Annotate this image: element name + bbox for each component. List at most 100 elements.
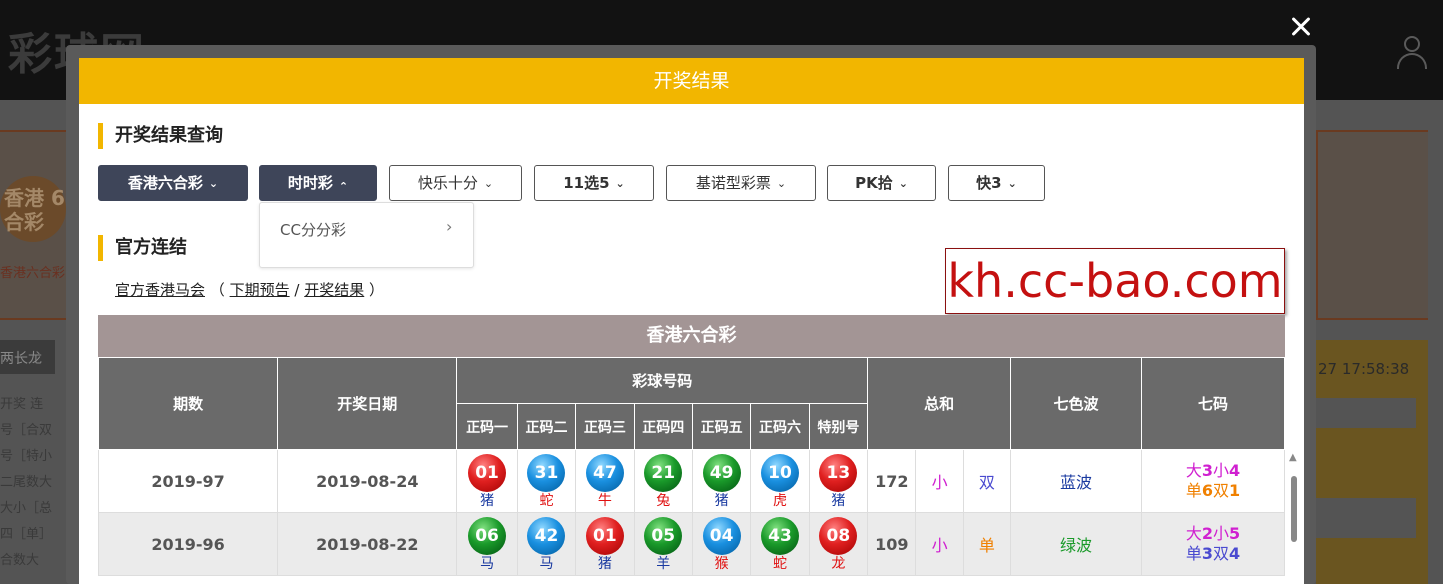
ball-cell: 43 蛇 xyxy=(750,512,810,576)
lottery-badge: 香港 6合彩 xyxy=(0,176,66,242)
header-ball-col: 正码三 xyxy=(575,403,635,450)
ball-cell: 10 虎 xyxy=(750,449,810,513)
left-stat-item: 号［合双 xyxy=(0,423,53,438)
chevron-down-icon: ⌄ xyxy=(1007,177,1017,190)
header-date: 开奖日期 xyxy=(277,357,458,450)
lottery-ball: 31 xyxy=(527,453,566,492)
wave-cell: 绿波 xyxy=(1010,512,1142,576)
left-stat-item: 开奖 连 xyxy=(0,397,44,412)
ball-cell: 08 龙 xyxy=(808,512,869,576)
lottery-ball: 21 xyxy=(644,453,683,492)
scroll-thumb[interactable] xyxy=(1291,476,1297,542)
header-seven: 七码 xyxy=(1140,357,1286,450)
lottery-ball: 05 xyxy=(644,516,683,555)
seven-count: 4 xyxy=(1228,544,1241,563)
official-links: 官方香港马会 （ 下期预告 / 开奖结果 ） xyxy=(115,279,384,300)
lottery-ball: 13 xyxy=(819,453,858,492)
button-label: 快3 xyxy=(976,174,1002,192)
header-ball-col: 正码一 xyxy=(456,403,518,450)
sum-cell: 172 xyxy=(867,449,917,513)
zodiac-label: 马 xyxy=(539,555,554,572)
header-ball-col: 正码二 xyxy=(516,403,577,450)
seven-count: 3 xyxy=(1201,461,1213,480)
chevron-down-icon: ⌄ xyxy=(208,177,219,190)
lottery-ball: 08 xyxy=(819,516,858,555)
seven-count: 4 xyxy=(1228,461,1241,480)
zodiac-label: 猴 xyxy=(714,555,729,572)
hk-mark-six-button[interactable]: 香港六合彩 ⌄ xyxy=(98,165,248,201)
ball-cell: 21 兔 xyxy=(633,449,693,513)
header-sum: 总和 xyxy=(867,357,1012,450)
zodiac-label: 蛇 xyxy=(539,492,554,509)
seven-count: 1 xyxy=(1228,481,1241,500)
seven-label: 双 xyxy=(1212,481,1229,500)
link-separator: / xyxy=(294,281,300,299)
scroll-up-icon[interactable]: ▲ xyxy=(1289,452,1297,463)
next-draw-link[interactable]: 下期预告 xyxy=(230,281,290,299)
lottery-ball: 43 xyxy=(760,516,799,555)
button-label: PK拾 xyxy=(855,174,893,192)
table-scrollbar[interactable]: ▲ xyxy=(1288,452,1300,584)
paren-open: （ xyxy=(209,281,225,299)
date-cell: 2019-08-24 xyxy=(277,449,458,513)
table-row: 2019-96 2019-08-22 06 马 42 马 01 猪 05 羊 04… xyxy=(97,512,1286,576)
watermark: kh.cc-bao.com xyxy=(945,248,1285,314)
user-icon[interactable] xyxy=(1396,36,1428,70)
dropdown-item-cc[interactable]: CC分分彩 xyxy=(280,219,346,240)
seven-cell: 大3小4 单6双1 xyxy=(1140,449,1286,513)
chevron-down-icon: ⌄ xyxy=(776,177,787,190)
left-lottery-label: 香港六合彩 xyxy=(0,266,66,281)
seven-label: 双 xyxy=(1212,544,1229,563)
header-ball-col: 特别号 xyxy=(808,403,869,450)
seven-label: 小 xyxy=(1212,461,1229,480)
results-table: 期数 开奖日期 彩球号码 总和 七色波 七码 正码一 正码二 正码三 正码四 正码五 正码… xyxy=(97,357,1286,576)
ball-cell: 01 猪 xyxy=(575,512,635,576)
zodiac-label: 龙 xyxy=(831,555,846,572)
zodiac-label: 羊 xyxy=(656,555,671,572)
seven-label: 大 xyxy=(1185,461,1202,480)
seven-cell: 大2小5 单3双4 xyxy=(1140,512,1286,576)
zodiac-label: 马 xyxy=(480,555,495,572)
ssc-button[interactable]: 时时彩 ⌃ xyxy=(259,165,377,201)
chevron-down-icon: ⌄ xyxy=(615,177,625,190)
header-ball-col: 正码四 xyxy=(633,403,693,450)
zodiac-label: 猪 xyxy=(480,492,495,509)
official-hkjc-link[interactable]: 官方香港马会 xyxy=(115,281,205,299)
zodiac-label: 猪 xyxy=(597,555,612,572)
button-label: 香港六合彩 xyxy=(127,174,203,192)
left-stat-item: 大小［总 xyxy=(0,501,53,516)
pk10-button[interactable]: PK拾 ⌄ xyxy=(827,165,936,201)
period-cell: 2019-96 xyxy=(97,512,279,576)
long-dragon-tab[interactable]: 两长龙 xyxy=(0,340,55,374)
close-icon[interactable] xyxy=(1286,12,1316,42)
sum-cell: 109 xyxy=(867,512,917,576)
zodiac-label: 兔 xyxy=(656,492,671,509)
ball-cell: 31 蛇 xyxy=(516,449,577,513)
ball-cell: 13 猪 xyxy=(808,449,869,513)
paren-close: ） xyxy=(369,281,385,299)
header-ball-col: 正码六 xyxy=(750,403,810,450)
button-label: 基诺型彩票 xyxy=(695,174,771,192)
draw-time: 27 17:58:38 xyxy=(1318,360,1410,378)
left-stat-item: 四［单］ xyxy=(0,527,53,542)
draw-result-link[interactable]: 开奖结果 xyxy=(304,281,364,299)
seven-label: 小 xyxy=(1212,524,1229,543)
zodiac-label: 蛇 xyxy=(772,555,787,572)
keno-button[interactable]: 基诺型彩票 ⌄ xyxy=(666,165,816,201)
button-label: 11选5 xyxy=(563,174,610,192)
header-wave: 七色波 xyxy=(1010,357,1142,450)
happy-ten-button[interactable]: 快乐十分 ⌄ xyxy=(389,165,522,201)
ball-cell: 42 马 xyxy=(516,512,577,576)
zodiac-label: 猪 xyxy=(831,492,846,509)
left-stat-list: 开奖 连号［合双 号［特小 二尾数大 大小［总 四［单］ 合数大 xyxy=(0,392,52,574)
fast3-button[interactable]: 快3 ⌄ xyxy=(948,165,1045,201)
size-cell: 小 xyxy=(915,449,964,513)
ball-cell: 47 牛 xyxy=(575,449,635,513)
eleven-five-button[interactable]: 11选5 ⌄ xyxy=(534,165,654,201)
lottery-ball: 49 xyxy=(702,453,741,492)
button-label: 时时彩 xyxy=(287,174,333,192)
table-row: 2019-97 2019-08-24 01 猪 31 蛇 47 牛 21 兔 49… xyxy=(97,449,1286,513)
period-cell: 2019-97 xyxy=(97,449,279,513)
size-cell: 小 xyxy=(915,512,964,576)
button-label: 快乐十分 xyxy=(417,174,478,192)
